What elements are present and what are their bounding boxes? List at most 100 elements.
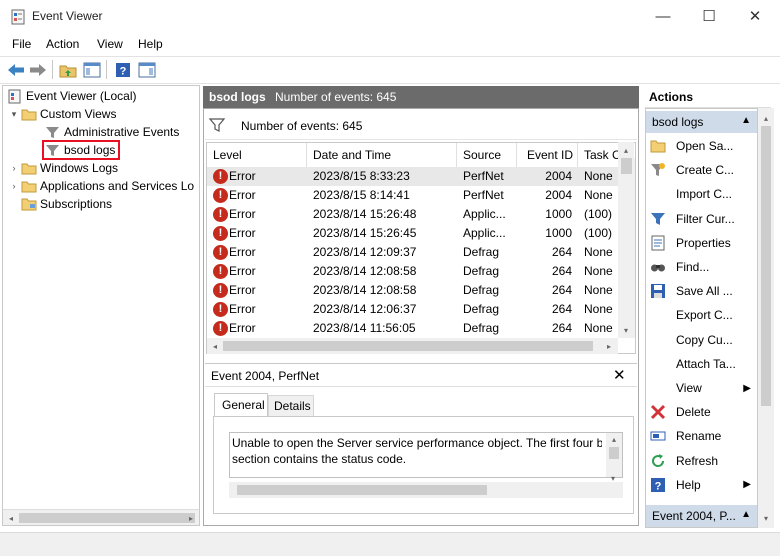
scroll-down-icon[interactable]: ▾ [605,470,621,486]
tree-item-administrative-events[interactable]: Administrative Events [44,123,179,141]
action-label: Filter Cur... [676,211,735,226]
forward-arrow-icon[interactable] [28,60,48,79]
back-arrow-icon[interactable] [6,60,26,79]
filter-icon [44,124,61,140]
toolbar-separator [52,60,53,79]
close-icon[interactable]: ✕ [613,366,626,384]
scroll-left-icon[interactable]: ◂ [207,338,223,354]
help-icon[interactable]: ? [113,60,133,79]
minimize-button[interactable]: — [640,0,686,32]
chevron-right-icon[interactable]: › [8,163,20,173]
chevron-right-icon[interactable]: › [8,181,20,191]
copy-icon [649,332,667,348]
scroll-up-icon[interactable]: ▴ [618,142,634,158]
table-row[interactable]: ! Error 2023/8/14 12:06:37 Defrag 264 None [207,300,621,319]
table-row[interactable]: ! Error 2023/8/14 15:26:48 Applic... 1000 (10… [207,205,621,224]
scrollbar-thumb[interactable] [223,341,593,351]
action-label: Attach Ta... [676,356,736,371]
error-icon: ! [213,264,228,279]
column-header-task-category[interactable]: Task C [578,143,621,167]
scroll-right-icon[interactable]: ▸ [601,338,617,354]
tree-label: bsod logs [64,143,116,157]
action-item-open-folder[interactable]: Open Sa... [647,135,757,157]
tree-label: Subscriptions [40,197,113,211]
action-item-import[interactable]: Import C... [647,183,757,205]
action-item-help[interactable]: ? Help ▶ [647,474,757,496]
menu-file[interactable]: File [12,37,31,51]
cell-event-id: 264 [551,245,572,259]
table-row[interactable]: ! Error 2023/8/14 12:08:58 Defrag 264 None [207,281,621,300]
scroll-right-icon[interactable]: ▸ [183,510,199,526]
show-hide-tree-icon[interactable] [82,60,102,79]
action-item-properties[interactable]: Properties [647,232,757,254]
tree-item-subscriptions[interactable]: Subscriptions [20,195,112,213]
tab-details[interactable]: Details [268,395,314,417]
scrollbar-thumb[interactable] [237,485,487,495]
scrollbar-thumb[interactable] [609,447,619,459]
up-folder-icon[interactable] [58,60,78,79]
error-icon: ! [213,321,228,336]
cell-level: Error [229,207,256,221]
tree-item-windows-logs[interactable]: › Windows Logs [8,159,119,177]
table-row[interactable]: ! Error 2023/8/14 12:09:37 Defrag 264 None [207,243,621,262]
menu-help[interactable]: Help [138,37,163,51]
action-item-copy[interactable]: Copy Cu... [647,329,757,351]
action-item-delete[interactable]: Delete [647,401,757,423]
scroll-left-icon[interactable]: ◂ [3,510,19,526]
column-header-level[interactable]: Level [207,143,307,167]
table-row[interactable]: ! Error 2023/8/14 11:56:05 Defrag 264 None [207,319,621,338]
collapse-icon[interactable]: ▲ [741,509,751,520]
tab-general[interactable]: General [214,393,268,417]
tree-horizontal-scrollbar[interactable]: ◂ ▸ [3,509,199,525]
rename-icon [649,428,667,444]
cell-event-id: 264 [551,264,572,278]
export-icon [649,307,667,323]
actions-section-bsod-logs[interactable]: bsod logs ▲ [646,111,757,133]
tree-item-applications-and-services[interactable]: › Applications and Services Lo [8,177,195,195]
tree-item-bsod-logs[interactable]: bsod logs [42,140,121,160]
cell-level: Error [229,226,256,240]
scrollbar-thumb[interactable] [19,513,195,523]
action-item-save[interactable]: Save All ... [647,280,757,302]
show-action-pane-icon[interactable] [137,60,157,79]
action-item-find[interactable]: Find... [647,256,757,278]
actions-vertical-scrollbar[interactable]: ▴ ▾ [758,108,774,528]
column-header-date-time[interactable]: Date and Time [307,143,457,167]
collapse-icon[interactable]: ▲ [741,115,751,126]
cell-event-id: 264 [551,283,572,297]
cell-event-id: 1000 [545,207,572,221]
chevron-down-icon[interactable]: ▾ [8,109,20,120]
action-item-rename[interactable]: Rename [647,425,757,447]
table-horizontal-scrollbar[interactable]: ◂ ▸ [207,338,618,354]
scroll-down-icon[interactable]: ▾ [618,322,634,338]
event-description-box[interactable]: Unable to open the Server service perfor… [229,432,623,478]
action-item-create-custom-view[interactable]: Create C... [647,159,757,181]
close-button[interactable]: ✕ [732,0,778,32]
maximize-button[interactable]: ☐ [686,0,732,32]
scrollbar-thumb[interactable] [621,158,632,174]
table-row[interactable]: ! Error 2023/8/15 8:14:41 PerfNet 2004 None [207,186,621,205]
scroll-up-icon[interactable]: ▴ [606,431,622,447]
tree-item-custom-views[interactable]: ▾ Custom Views [8,105,117,123]
tree-item-event-viewer-local[interactable]: Event Viewer (Local) [6,87,137,105]
action-item-export[interactable]: Export C... [647,304,757,326]
table-vertical-scrollbar[interactable]: ▴ ▾ [618,142,635,338]
menu-view[interactable]: View [97,37,123,51]
refresh-icon [649,453,667,469]
action-item-filter[interactable]: Filter Cur... [647,208,757,230]
scrollbar-thumb[interactable] [761,126,771,406]
scroll-up-icon[interactable]: ▴ [758,110,774,126]
table-row[interactable]: ! Error 2023/8/14 12:08:58 Defrag 264 None [207,262,621,281]
actions-section-event[interactable]: Event 2004, P... ▲ [646,505,757,527]
menu-action[interactable]: Action [46,37,79,51]
table-row[interactable]: ! Error 2023/8/14 15:26:45 Applic... 1000 (10… [207,224,621,243]
cell-datetime: 2023/8/15 8:14:41 [313,188,410,202]
table-row[interactable]: ! Error 2023/8/15 8:33:23 PerfNet 2004 None [207,167,621,186]
column-header-source[interactable]: Source [457,143,517,167]
action-item-attach-task[interactable]: Attach Ta... [647,353,757,375]
column-header-event-id[interactable]: Event ID [517,143,578,167]
description-horizontal-scrollbar[interactable]: ▾ [229,474,623,498]
action-item-view[interactable]: View ▶ [647,377,757,399]
scroll-down-icon[interactable]: ▾ [758,510,774,526]
action-item-refresh[interactable]: Refresh [647,450,757,472]
